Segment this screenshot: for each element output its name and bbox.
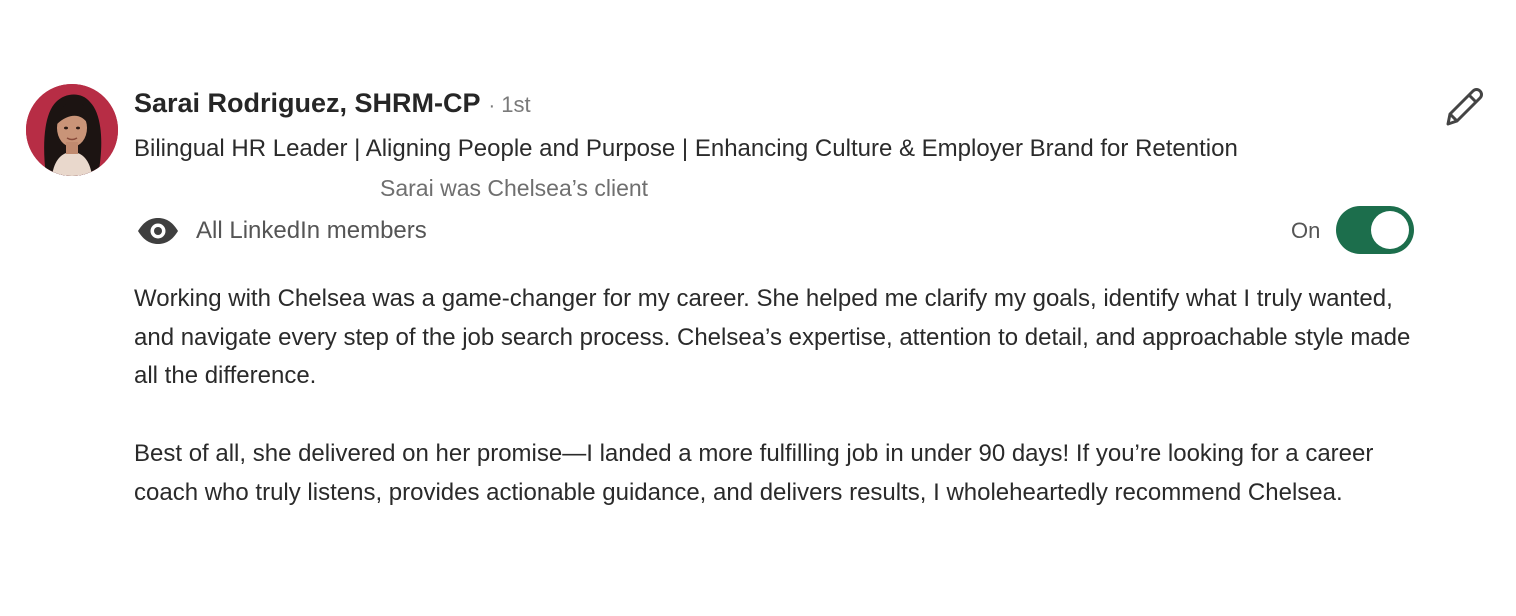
eye-icon xyxy=(138,218,178,244)
recommendation-text: Working with Chelsea was a game-changer … xyxy=(134,280,1434,512)
name-separator: · xyxy=(488,95,496,117)
author-name-row: Sarai Rodriguez, SHRM-CP · 1st xyxy=(134,88,531,128)
pencil-icon xyxy=(1446,88,1483,126)
visibility-label: All LinkedIn members xyxy=(196,217,427,244)
visibility-row: All LinkedIn members xyxy=(136,212,427,250)
visibility-toggle[interactable] xyxy=(1336,206,1414,254)
recommendation-paragraph-2: Best of all, she delivered on her promis… xyxy=(134,439,1374,506)
recommendation-paragraph-1: Working with Chelsea was a game-changer … xyxy=(134,285,1411,390)
relationship-label: Sarai was Chelsea’s client xyxy=(380,175,649,201)
toggle-knob xyxy=(1371,211,1409,249)
author-headline: Bilingual HR Leader | Aligning People an… xyxy=(134,135,1238,162)
relationship-row: Sarai was Chelsea’s client xyxy=(134,173,734,205)
recommendation-card: Sarai Rodriguez, SHRM-CP · 1st Bilingual… xyxy=(0,0,1516,616)
author-name[interactable]: Sarai Rodriguez, SHRM-CP xyxy=(134,88,481,119)
connection-degree: 1st xyxy=(501,92,531,117)
avatar[interactable] xyxy=(26,84,118,176)
profile-photo xyxy=(26,84,118,176)
edit-button[interactable] xyxy=(1436,84,1488,132)
toggle-label: On xyxy=(1291,218,1321,243)
